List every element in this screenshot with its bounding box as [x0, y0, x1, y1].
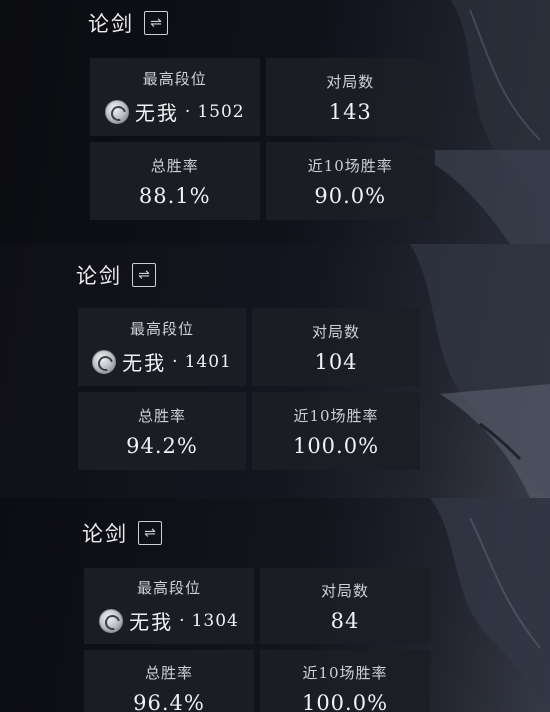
recent-winrate-label: 近10场胜率 — [293, 406, 379, 425]
best-rank-cell: 最高段位 无我 · 1401 — [78, 308, 246, 386]
matches-cell: 对局数 84 — [260, 568, 430, 644]
rank-name: 无我 — [129, 610, 174, 634]
winrate-label: 总胜率 — [144, 663, 193, 682]
swap-arrows-icon[interactable]: ⇌ — [138, 521, 162, 545]
recent-winrate-value: 100.0% — [292, 433, 380, 458]
rank-separator: · — [172, 351, 179, 372]
winrate-value: 88.1% — [138, 183, 211, 208]
best-rank-label: 最高段位 — [129, 320, 194, 338]
swap-arrows-icon[interactable]: ⇌ — [132, 263, 156, 287]
section-header: 论剑 ⇌ — [88, 8, 168, 38]
winrate-cell: 总胜率 88.1% — [90, 142, 260, 220]
best-rank-value: 无我 · 1304 — [99, 606, 239, 635]
swap-arrows-icon[interactable]: ⇌ — [144, 11, 168, 35]
best-rank-value: 无我 · 1401 — [92, 347, 232, 376]
rank-emblem-icon — [104, 99, 129, 124]
stats-grid: 最高段位 无我 · 1401 对局数 104 总胜率 94.2% 近10场胜率 … — [78, 308, 420, 470]
winrate-cell: 总胜率 96.4% — [84, 650, 254, 712]
matches-cell: 对局数 143 — [265, 58, 435, 136]
rank-score: 1304 — [191, 610, 239, 631]
section-title: 论剑 — [82, 522, 128, 546]
stats-panel-3: 论剑 ⇌ 最高段位 无我 · 1304 对局数 84 总胜率 96.4% 近10… — [0, 498, 550, 712]
rank-name: 无我 — [122, 351, 167, 375]
stats-grid: 最高段位 无我 · 1304 对局数 84 总胜率 96.4% 近10场胜率 1… — [84, 568, 430, 712]
best-rank-value: 无我 · 1502 — [104, 97, 245, 126]
rank-emblem-icon — [99, 608, 124, 633]
recent-winrate-label: 近10场胜率 — [307, 156, 393, 175]
recent-winrate-cell: 近10场胜率 90.0% — [265, 142, 435, 220]
section-title: 论剑 — [76, 264, 122, 288]
rank-score: 1401 — [184, 351, 232, 372]
stats-grid: 最高段位 无我 · 1502 对局数 143 总胜率 88.1% 近10场胜率 … — [90, 58, 435, 220]
section-header: 论剑 ⇌ — [76, 260, 156, 290]
matches-value: 84 — [330, 608, 360, 633]
section-title: 论剑 — [88, 12, 134, 36]
recent-winrate-value: 100.0% — [301, 690, 389, 712]
winrate-cell: 总胜率 94.2% — [78, 392, 246, 470]
rank-emblem-icon — [92, 349, 117, 374]
matches-label: 对局数 — [311, 322, 360, 341]
stats-panel-2: 论剑 ⇌ 最高段位 无我 · 1401 对局数 104 总胜率 94.2% 近1… — [0, 244, 550, 498]
rank-score: 1502 — [197, 101, 245, 122]
matches-cell: 对局数 104 — [252, 308, 420, 386]
recent-winrate-value: 90.0% — [314, 183, 387, 208]
rank-separator: · — [179, 610, 186, 631]
recent-winrate-label: 近10场胜率 — [302, 663, 388, 682]
stats-panel-1: 论剑 ⇌ 最高段位 无我 · 1502 对局数 143 总胜率 88.1% 近1… — [0, 0, 550, 244]
matches-value: 143 — [328, 99, 372, 124]
recent-winrate-cell: 近10场胜率 100.0% — [260, 650, 430, 712]
best-rank-label: 最高段位 — [142, 70, 207, 88]
matches-label: 对局数 — [320, 581, 369, 600]
section-header: 论剑 ⇌ — [82, 518, 162, 548]
rank-separator: · — [184, 101, 192, 122]
winrate-value: 94.2% — [126, 433, 198, 458]
winrate-label: 总胜率 — [150, 156, 199, 175]
recent-winrate-cell: 近10场胜率 100.0% — [252, 392, 420, 470]
best-rank-cell: 最高段位 无我 · 1502 — [90, 58, 260, 136]
winrate-value: 96.4% — [133, 690, 205, 712]
rank-name: 无我 — [134, 101, 179, 125]
best-rank-cell: 最高段位 无我 · 1304 — [84, 568, 254, 644]
matches-label: 对局数 — [326, 72, 375, 91]
matches-value: 104 — [314, 349, 358, 374]
best-rank-label: 最高段位 — [136, 579, 201, 597]
winrate-label: 总胜率 — [137, 406, 186, 425]
